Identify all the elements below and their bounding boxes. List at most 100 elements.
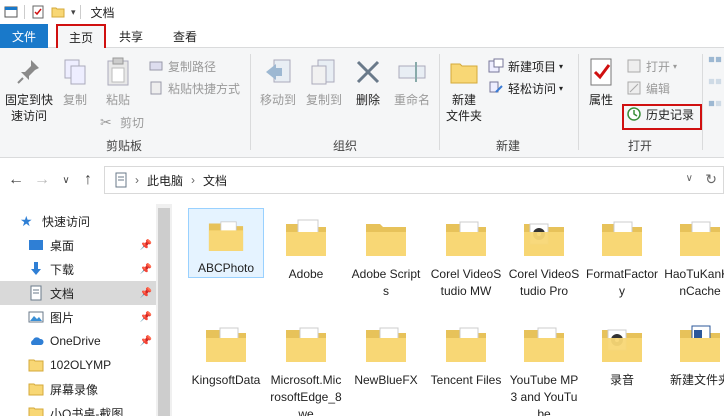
file-item[interactable]: Adobe [268, 208, 344, 283]
file-item[interactable]: Tencent Files [428, 314, 504, 389]
new-item-button[interactable]: 新建项目 ▾ [488, 56, 563, 76]
chevron-down-icon: ▾ [559, 61, 564, 71]
file-name: Tencent Files [430, 373, 502, 387]
file-item[interactable]: ABCPhoto [188, 208, 264, 278]
cloud-icon [31, 337, 44, 345]
pin-icon[interactable]: 📌 [140, 264, 152, 275]
nav-item-label: 快速访问 [42, 214, 91, 229]
properties-icon [590, 58, 612, 86]
pin-icon[interactable]: 📌 [140, 288, 152, 299]
nav-item-documents[interactable]: 文档 📌 [0, 281, 156, 305]
folder-icon [680, 221, 720, 256]
pin-icon[interactable]: 📌 [140, 312, 152, 323]
delete-button[interactable]: 删除 [350, 56, 386, 108]
open-group: 属性 打开 ▾ 编辑 历史记录 打开 [580, 48, 700, 158]
cut-button[interactable]: ✂ 剪切 [100, 112, 144, 132]
window-icon [4, 6, 18, 18]
paste-shortcut-button[interactable]: 粘贴快捷方式 [148, 78, 240, 98]
rename-button[interactable]: 重命名 [390, 56, 434, 108]
folder-icon [208, 221, 244, 251]
new-folder-button[interactable]: 新建 文件夹 [444, 56, 484, 124]
forward-arrow-icon[interactable]: → [32, 170, 52, 190]
paste-button[interactable]: 粘贴 [98, 56, 138, 108]
address-dropdown-icon[interactable]: ∨ [686, 173, 693, 184]
nav-item-downloads[interactable]: 下载 📌 [0, 257, 156, 281]
breadcrumb-separator-icon[interactable]: › [191, 173, 195, 187]
copy-button[interactable]: 复制 [58, 56, 92, 108]
nav-item-quick-access[interactable]: ★ 快速访问 [0, 209, 156, 233]
file-item[interactable]: YouTube MP3 and YouTube [506, 314, 582, 416]
qat-dropdown-icon[interactable]: ▾ [71, 7, 76, 18]
tab-home[interactable]: 主页 [56, 24, 106, 49]
new-item-label: 新建项目 [508, 59, 557, 74]
nav-item-label: 小Q书桌-截图 [50, 406, 124, 416]
nav-item-desktop[interactable]: 桌面 📌 [0, 233, 156, 257]
easy-access-button[interactable]: 轻松访问 ▾ [488, 78, 563, 98]
new-folder-label: 新建 文件夹 [445, 93, 482, 123]
invert-selection-icon[interactable] [708, 100, 722, 114]
new-folder-icon [450, 63, 478, 84]
scissors-icon: ✂ [100, 114, 112, 130]
new-group-label: 新建 [495, 139, 520, 153]
tab-view[interactable]: 查看 [164, 24, 206, 48]
breadcrumb-documents[interactable]: 文档 [203, 172, 227, 189]
file-name: KingsoftData [191, 373, 261, 387]
file-item[interactable]: HaoTuKanKanCache [662, 208, 724, 300]
nav-pane-scrollbar[interactable] [156, 204, 172, 416]
properties-qat-icon[interactable] [31, 5, 45, 19]
file-name: Adobe Scripts [351, 267, 421, 298]
copy-to-button[interactable]: 复制到 [302, 56, 346, 108]
copy-path-icon [149, 61, 163, 71]
file-item[interactable]: Corel VideoStudio Pro [506, 208, 582, 300]
new-folder-qat-icon[interactable] [51, 5, 65, 19]
file-item[interactable]: Adobe Scripts [348, 208, 424, 300]
file-item[interactable]: 新建文件夹 [662, 314, 724, 389]
file-name: Adobe [288, 267, 324, 281]
move-to-button[interactable]: 移动到 [256, 56, 300, 108]
properties-button[interactable]: 属性 [584, 56, 618, 108]
scrollbar-thumb[interactable] [158, 208, 170, 416]
title-bar: ▾ 文档 [0, 0, 724, 24]
nav-item-screenshots[interactable]: 小Q书桌-截图 [0, 401, 156, 416]
folder-with-doc-icon [680, 325, 720, 362]
file-item[interactable]: KingsoftData [188, 314, 264, 389]
select-all-icon[interactable] [708, 56, 722, 70]
back-arrow-icon[interactable]: ← [6, 170, 26, 190]
tab-share[interactable]: 共享 [110, 24, 152, 48]
nav-item-screen-recordings[interactable]: 屏幕录像 [0, 377, 156, 401]
pin-icon[interactable]: 📌 [140, 240, 152, 251]
up-arrow-icon[interactable]: ↑ [78, 170, 98, 190]
recent-locations-chevron-icon[interactable]: ∨ [56, 170, 76, 190]
open-button[interactable]: 打开 ▾ [626, 56, 677, 76]
file-item[interactable]: 录音 [584, 314, 660, 389]
pin-quick-access-button[interactable]: 固定到快 速访问 [2, 56, 56, 124]
open-group-label: 打开 [627, 139, 652, 153]
desktop-icon [29, 240, 43, 250]
pin-icon[interactable]: 📌 [140, 336, 152, 347]
file-item[interactable]: NewBlueFX [348, 314, 424, 389]
properties-label: 属性 [588, 93, 613, 107]
nav-item-onedrive[interactable]: OneDrive 📌 [0, 329, 156, 353]
tab-file[interactable]: 文件 [0, 24, 48, 48]
nav-item-label: OneDrive [50, 334, 101, 348]
file-item[interactable]: Microsoft.MicrosoftEdge_8we [268, 314, 344, 416]
edit-label: 编辑 [646, 81, 671, 96]
address-bar[interactable]: › 此电脑 › 文档 ∨ ↻ [104, 166, 724, 194]
copy-path-button[interactable]: 复制路径 [148, 56, 216, 76]
edit-button[interactable]: 编辑 [626, 78, 670, 98]
cut-label: 剪切 [120, 115, 145, 130]
breadcrumb-separator-icon[interactable]: › [135, 173, 139, 187]
file-item[interactable]: FormatFactory [584, 208, 660, 300]
organize-group: 移动到 复制到 删除 重命名 组织 [252, 48, 438, 158]
folder-icon [446, 221, 486, 256]
refresh-icon[interactable]: ↻ [705, 171, 717, 188]
download-icon [31, 262, 41, 275]
select-none-icon[interactable] [708, 78, 722, 92]
nav-item-102olymp[interactable]: 102OLYMP [0, 353, 156, 377]
nav-item-label: 图片 [50, 310, 75, 325]
folder-with-audio-icon [602, 329, 642, 362]
nav-item-pictures[interactable]: 图片 📌 [0, 305, 156, 329]
clipboard-group: 固定到快 速访问 复制 粘贴 复制路径 粘贴快捷方式 ✂ 剪切 剪贴板 [0, 48, 248, 158]
file-item[interactable]: Corel VideoStudio MW [428, 208, 504, 300]
breadcrumb-this-pc[interactable]: 此电脑 [147, 172, 183, 189]
